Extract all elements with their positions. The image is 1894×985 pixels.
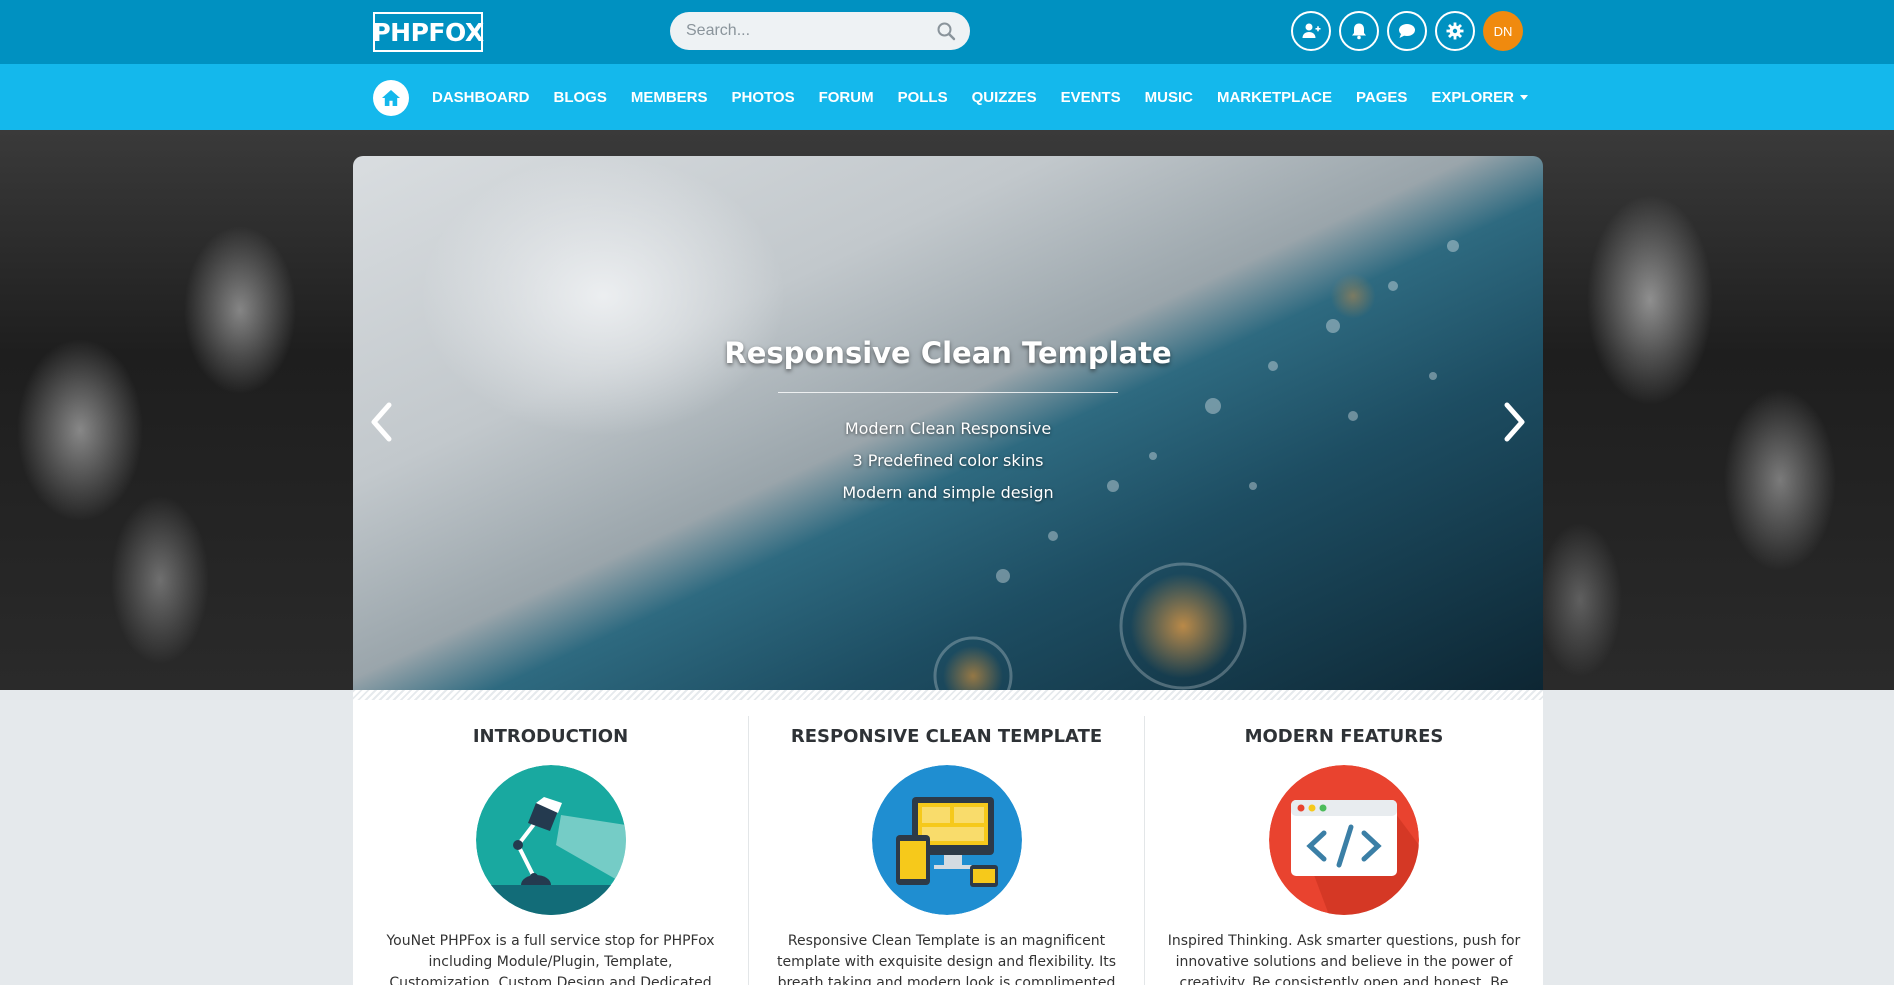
nav-item-polls[interactable]: POLLS: [886, 89, 960, 106]
slider-next-arrow-icon[interactable]: [1499, 400, 1529, 444]
nav-item-pages[interactable]: PAGES: [1344, 89, 1419, 106]
nav-item-members[interactable]: MEMBERS: [619, 89, 720, 106]
nav-item-explorer-label: EXPLORER: [1431, 88, 1514, 106]
slide-divider: [778, 392, 1118, 393]
nav-item-quizzes[interactable]: QUIZZES: [960, 89, 1049, 106]
main-nav: DASHBOARD BLOGS MEMBERS PHOTOS FORUM POL…: [0, 64, 1894, 130]
section-stripe: [353, 690, 1543, 700]
add-friend-icon[interactable]: [1291, 11, 1331, 51]
slide-line: Modern Clean Responsive: [844, 419, 1052, 438]
feature-text: Responsive Clean Template is an magnific…: [776, 933, 1117, 985]
nav-item-dashboard[interactable]: DASHBOARD: [420, 89, 542, 106]
home-button[interactable]: [373, 80, 409, 116]
feature-card: RESPONSIVE CLEAN TEMPLATE Responsive Cle…: [749, 716, 1145, 985]
slide-title: Responsive Clean Template: [724, 336, 1172, 370]
nav-item-events[interactable]: EVENTS: [1049, 89, 1133, 106]
nav-item-forum[interactable]: FORUM: [807, 89, 886, 106]
nav-menu: DASHBOARD BLOGS MEMBERS PHOTOS FORUM POL…: [420, 64, 1540, 130]
devices-icon: [871, 765, 1022, 915]
slide-line: 3 Predefined color skins: [852, 451, 1044, 470]
slide-caption: Responsive Clean Template Modern Clean R…: [353, 336, 1543, 509]
feature-columns: INTRODUCTION YouNet PHPFox is a full ser…: [353, 700, 1543, 985]
feature-card: MODERN FEATURES Inspired Thinking. Ask s…: [1145, 716, 1543, 985]
feature-card: INTRODUCTION YouNet PHPFox is a full ser…: [353, 716, 749, 985]
nav-item-photos[interactable]: PHOTOS: [720, 89, 807, 106]
nav-item-marketplace[interactable]: MARKETPLACE: [1205, 89, 1344, 106]
features-section: INTRODUCTION YouNet PHPFox is a full ser…: [353, 690, 1543, 985]
search-input[interactable]: [686, 22, 936, 40]
notification-bell-icon[interactable]: [1339, 11, 1379, 51]
feature-text: YouNet PHPFox is a full service stop for…: [386, 933, 715, 985]
feature-title: MODERN FEATURES: [1244, 726, 1444, 747]
gear-icon[interactable]: [1435, 11, 1475, 51]
slide-line: Modern and simple design: [842, 483, 1054, 502]
desk-lamp-icon: [475, 765, 626, 915]
home-icon: [382, 90, 400, 106]
search-icon[interactable]: [936, 21, 956, 41]
nav-item-music[interactable]: MUSIC: [1133, 89, 1205, 106]
slider-prev-arrow-icon[interactable]: [367, 400, 397, 444]
user-avatar[interactable]: DN: [1483, 11, 1523, 51]
nav-item-blogs[interactable]: BLOGS: [542, 89, 619, 106]
chat-bubble-icon[interactable]: [1387, 11, 1427, 51]
feature-title: RESPONSIVE CLEAN TEMPLATE: [790, 726, 1103, 747]
top-header: PHPFOX DN: [0, 0, 1894, 64]
caret-down-icon: [1519, 94, 1528, 100]
site-logo[interactable]: PHPFOX: [372, 12, 484, 52]
feature-title: INTRODUCTION: [472, 726, 629, 747]
search-box[interactable]: [670, 12, 970, 50]
nav-item-explorer[interactable]: EXPLORER: [1419, 89, 1540, 106]
header-actions: DN: [1291, 11, 1523, 51]
hero-slider: Responsive Clean Template Modern Clean R…: [353, 156, 1543, 690]
feature-text: Inspired Thinking. Ask smarter questions…: [1167, 933, 1521, 985]
code-window-icon: [1269, 765, 1419, 915]
